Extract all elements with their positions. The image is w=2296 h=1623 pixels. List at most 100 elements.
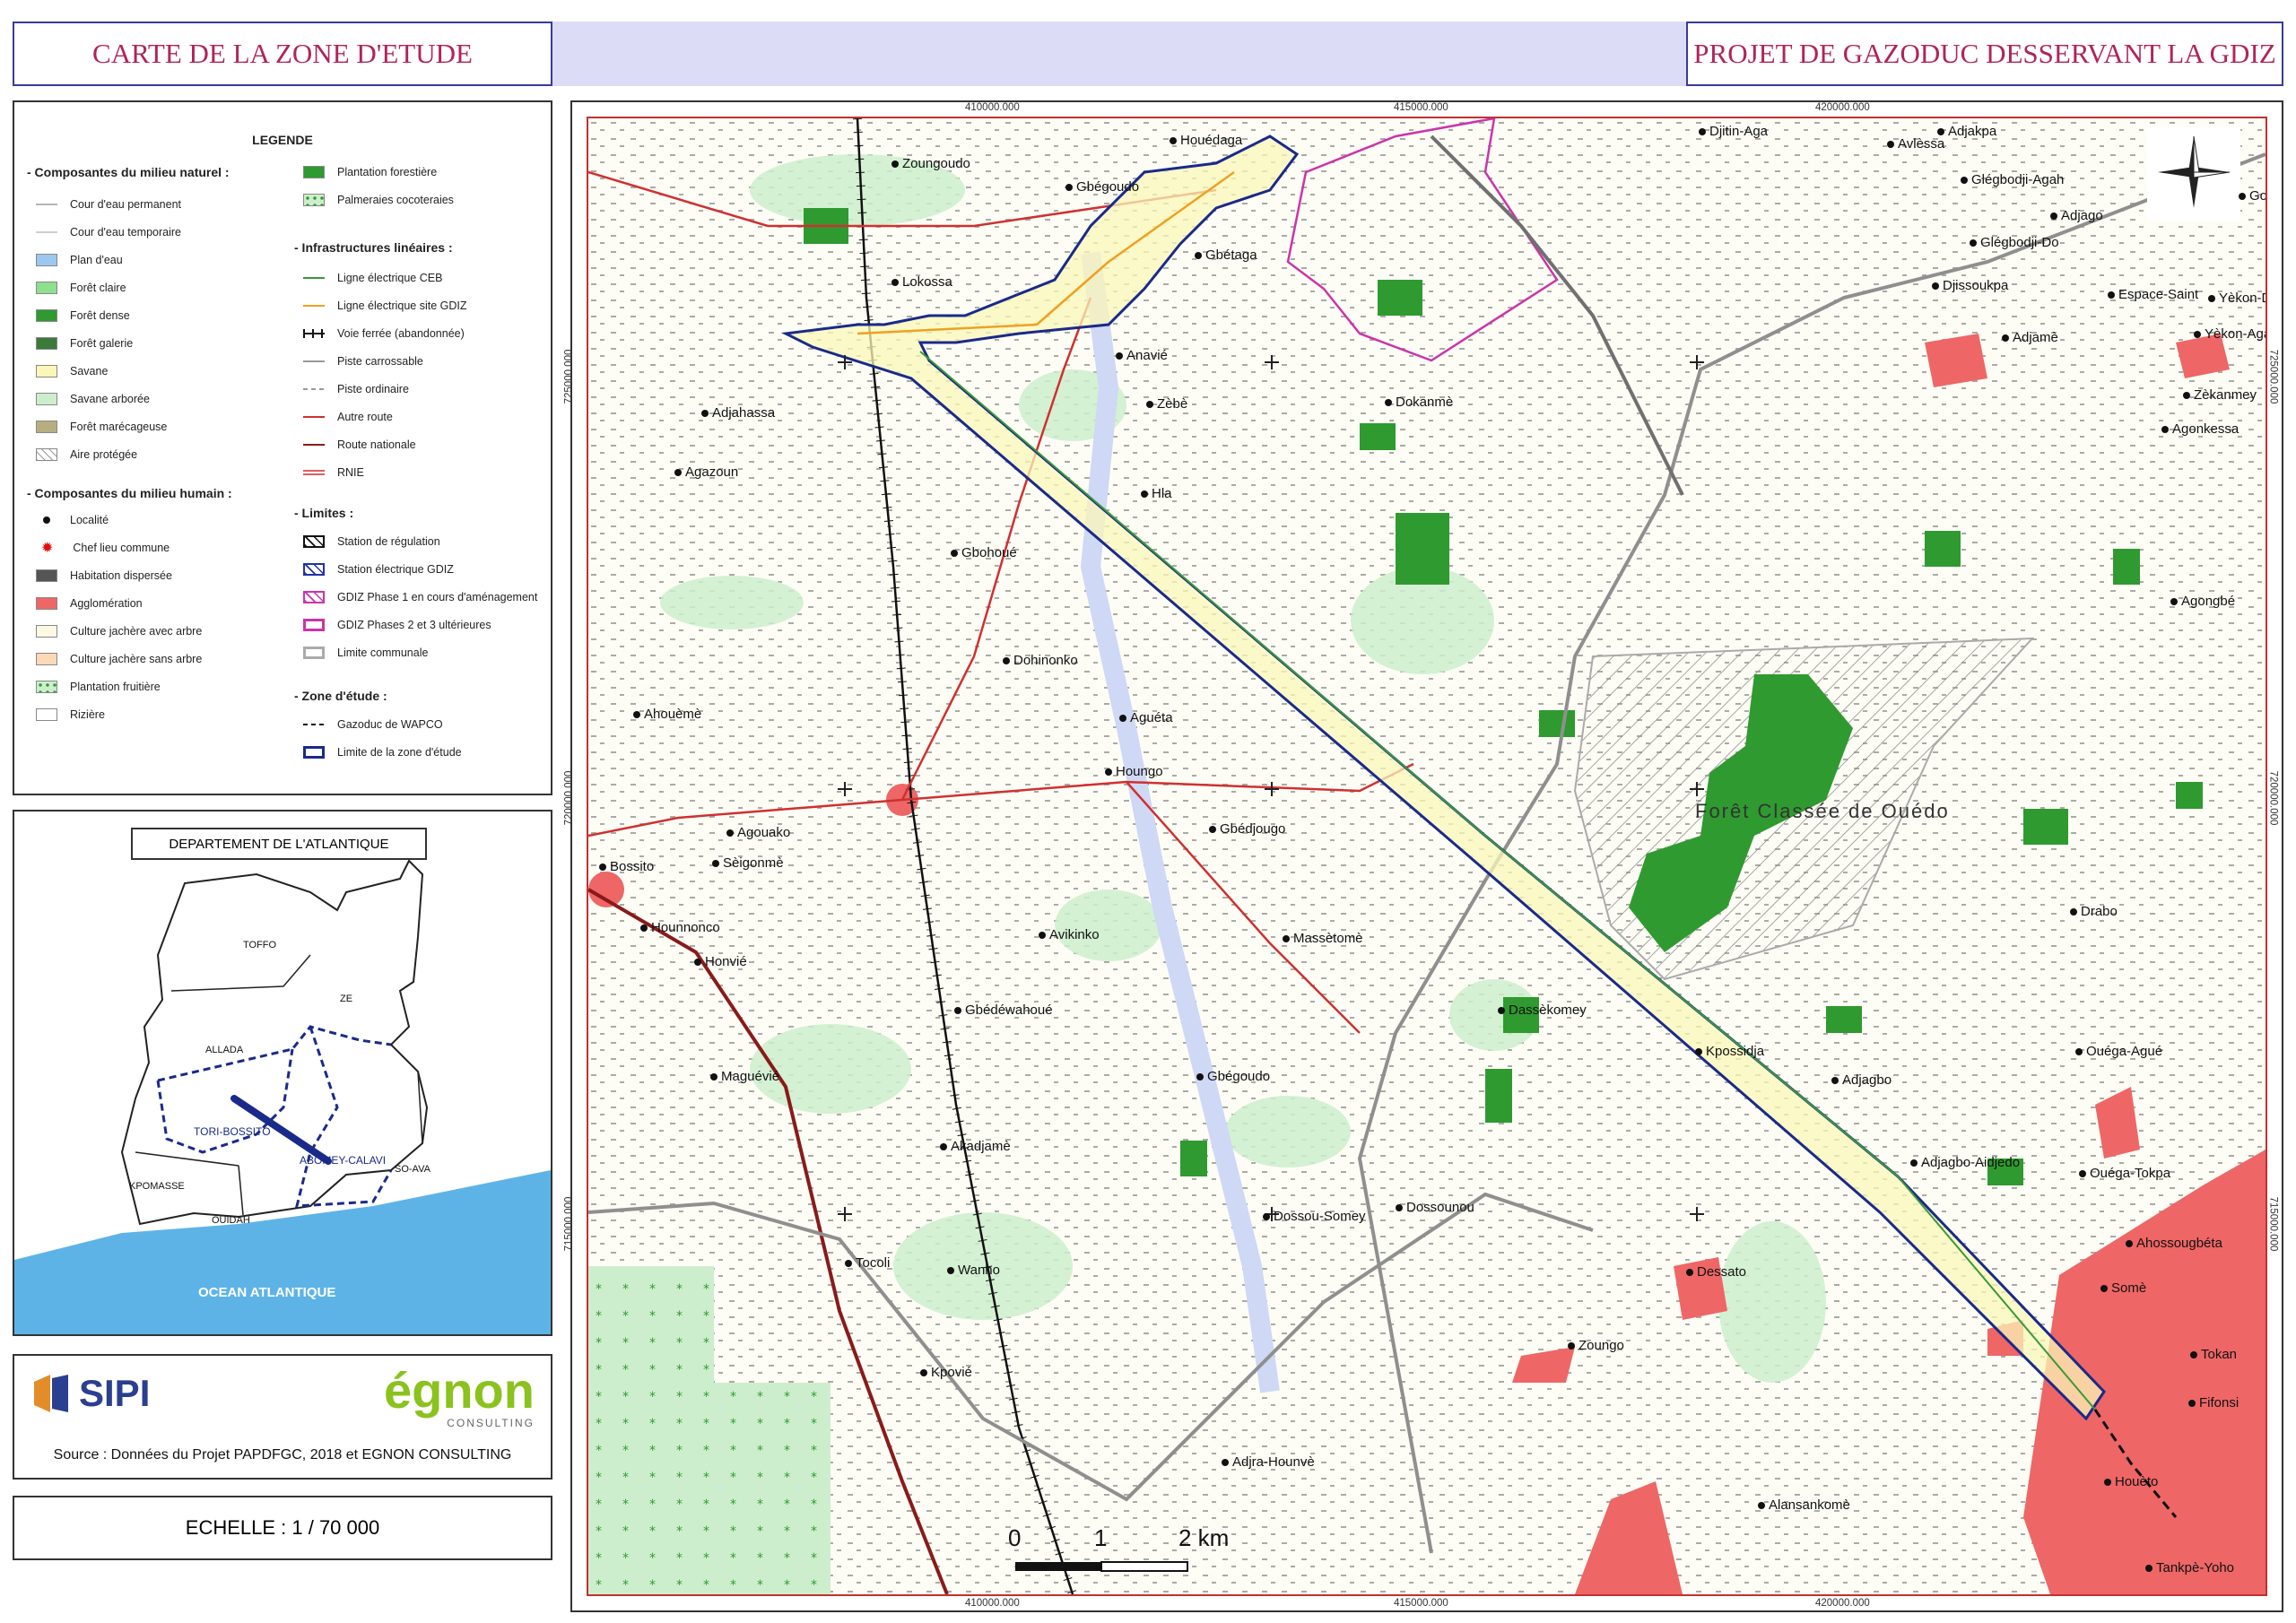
legend-limits-heading: - Limites : xyxy=(294,506,354,520)
inset-label-ocean: OCEAN ATLANTIQUE xyxy=(198,1285,336,1300)
place-name: Kpossidja xyxy=(1706,1044,1765,1059)
plantation-fruiti-re-swatch xyxy=(36,681,57,693)
legend-item: Culture jachère avec arbre xyxy=(36,622,202,640)
place-label: Hounnonco xyxy=(640,920,720,935)
palmeraies-cocoteraies-swatch xyxy=(303,194,325,206)
plantation-foresti-re-swatch xyxy=(303,166,325,178)
legend-item-label: Culture jachère sans arbre xyxy=(70,653,203,665)
savane-swatch xyxy=(36,365,57,378)
place-label: Dossounou xyxy=(1396,1200,1474,1215)
sipi-logo-icon xyxy=(34,1375,68,1412)
place-name: Zèkanmey xyxy=(2194,387,2257,403)
place-label: Ahouèmè xyxy=(633,707,701,722)
locality-icon xyxy=(2145,1565,2152,1573)
legend-item-label: Ligne électrique site GDIZ xyxy=(337,299,467,312)
locality-icon xyxy=(1910,1159,1918,1167)
locality-icon xyxy=(1222,1459,1229,1467)
sipi-logo: SIPI xyxy=(32,1372,150,1415)
locality-icon xyxy=(2070,908,2077,916)
legend-item-label: RNIE xyxy=(337,466,364,479)
place-name: Maguévié xyxy=(721,1069,780,1084)
place-label: Kpovié xyxy=(920,1365,972,1380)
place-name: Glégbodji-Agah xyxy=(1971,172,2065,187)
legend-item-label: Savane xyxy=(70,365,109,378)
place-name: Sèigonmè xyxy=(723,855,784,871)
locality-icon xyxy=(2190,1351,2197,1359)
place-label: Agazoun xyxy=(674,464,738,480)
station-lectrique-gdiz-swatch xyxy=(303,563,325,576)
legend-item: Rizière xyxy=(36,706,105,724)
place-name: Dokanmè xyxy=(1396,395,1454,410)
legend-item-label: Palmeraies cocoteraies xyxy=(337,194,454,206)
coord-right-2: 720000.000 xyxy=(2267,770,2279,826)
place-name: Hla xyxy=(1152,486,1172,501)
place-name: Zèbè xyxy=(1157,396,1188,412)
legend-title: LEGENDE xyxy=(252,133,313,147)
legend-item-label: Savane arborée xyxy=(70,393,150,405)
place-label: Wanho xyxy=(947,1263,1000,1278)
locality-icon xyxy=(1568,1342,1575,1350)
locality-icon xyxy=(1686,1269,1693,1277)
place-name: Hounnonco xyxy=(651,920,720,935)
legend-item-label: Route nationale xyxy=(337,438,416,451)
voie-ferr-e-abandonn-e--swatch xyxy=(303,329,325,338)
place-name: Honvié xyxy=(705,954,747,969)
locality-icon xyxy=(1887,141,1894,149)
place-name: Dohinonko xyxy=(1013,653,1078,668)
place-label: Houèto xyxy=(2104,1474,2158,1489)
legend-item: Localité xyxy=(36,511,109,529)
place-name: Tankpè-Yoho xyxy=(2156,1560,2235,1575)
scale-text: ECHELLE : 1 / 70 000 xyxy=(185,1516,380,1539)
inset-label-kpomasse: KPOMASSE xyxy=(129,1181,185,1192)
place-label: Espace-Saint xyxy=(2108,287,2198,302)
locality-icon xyxy=(1831,1077,1839,1085)
place-name: Massètomè xyxy=(1293,931,1363,946)
for-t-claire-swatch xyxy=(36,282,57,294)
locality-icon xyxy=(1146,401,1153,409)
place-label: Avikinko xyxy=(1039,927,1100,942)
locality-icon xyxy=(1396,1204,1403,1212)
inset-label-ouidah: OUIDAH xyxy=(212,1215,250,1226)
place-label: Dokanmè xyxy=(1385,395,1453,410)
place-label: Zoungoudo xyxy=(891,156,970,171)
locality-icon xyxy=(1498,1007,1505,1015)
legend-item-label: GDIZ Phases 2 et 3 ultérieures xyxy=(337,619,491,631)
title-left-text: CARTE DE LA ZONE D'ETUDE xyxy=(92,38,473,69)
inset-label-toffo: TOFFO xyxy=(243,940,277,950)
place-name: Gbétaga xyxy=(1205,247,1257,263)
place-name: Adjamè xyxy=(2013,330,2058,345)
scale-panel: ECHELLE : 1 / 70 000 xyxy=(13,1496,552,1560)
place-name: Adjago xyxy=(2061,208,2103,223)
coord-left-3: 715000.000 xyxy=(563,1196,575,1252)
map-title-left: CARTE DE LA ZONE D'ETUDE xyxy=(13,22,552,86)
place-name: Dassèkomey xyxy=(1509,1002,1587,1018)
legend-item: Voie ferrée (abandonnée) xyxy=(303,325,465,343)
place-label: Djissoukpa xyxy=(1932,278,2008,293)
legend-item: Savane arborée xyxy=(36,390,150,408)
north-arrow-icon xyxy=(2147,127,2240,221)
place-label: Agongbé xyxy=(2170,594,2235,609)
legend-item: Station électrique GDIZ xyxy=(303,560,454,578)
place-label: Yèkon-Aga xyxy=(2194,326,2266,342)
place-label: Dohinonko xyxy=(1003,653,1078,668)
place-name: Golo xyxy=(2249,188,2267,204)
place-name: Gbédjougo xyxy=(1220,821,1286,837)
egnon-logo: égnon CONSULTING xyxy=(384,1365,535,1430)
legend-item-label: Gazoduc de WAPCO xyxy=(337,718,443,731)
map-canvas[interactable]: * xyxy=(587,117,2267,1596)
locality-icon xyxy=(1065,184,1073,192)
legend-item-label: Aire protégée xyxy=(70,448,138,461)
place-label: Golo xyxy=(2239,188,2267,204)
place-label: Yèkon-Do xyxy=(2208,291,2266,306)
place-label: Agouako xyxy=(726,825,790,840)
legend-item: Piste ordinaire xyxy=(303,380,409,398)
place-label: Adjagbo-Aidjedo xyxy=(1910,1155,2020,1170)
legend-item: Forêt claire xyxy=(36,279,126,297)
locality-icon xyxy=(2194,331,2201,339)
scale-label-1: 1 xyxy=(1094,1524,1108,1551)
gdiz-phase-1-en-cours-d-am-nagement-swatch xyxy=(303,591,325,603)
locality-icon xyxy=(2100,1285,2108,1293)
legend-item: Culture jachère sans arbre xyxy=(36,650,202,668)
place-name: Espace-Saint xyxy=(2118,287,2199,302)
map-scale-bar xyxy=(1015,1561,1188,1572)
